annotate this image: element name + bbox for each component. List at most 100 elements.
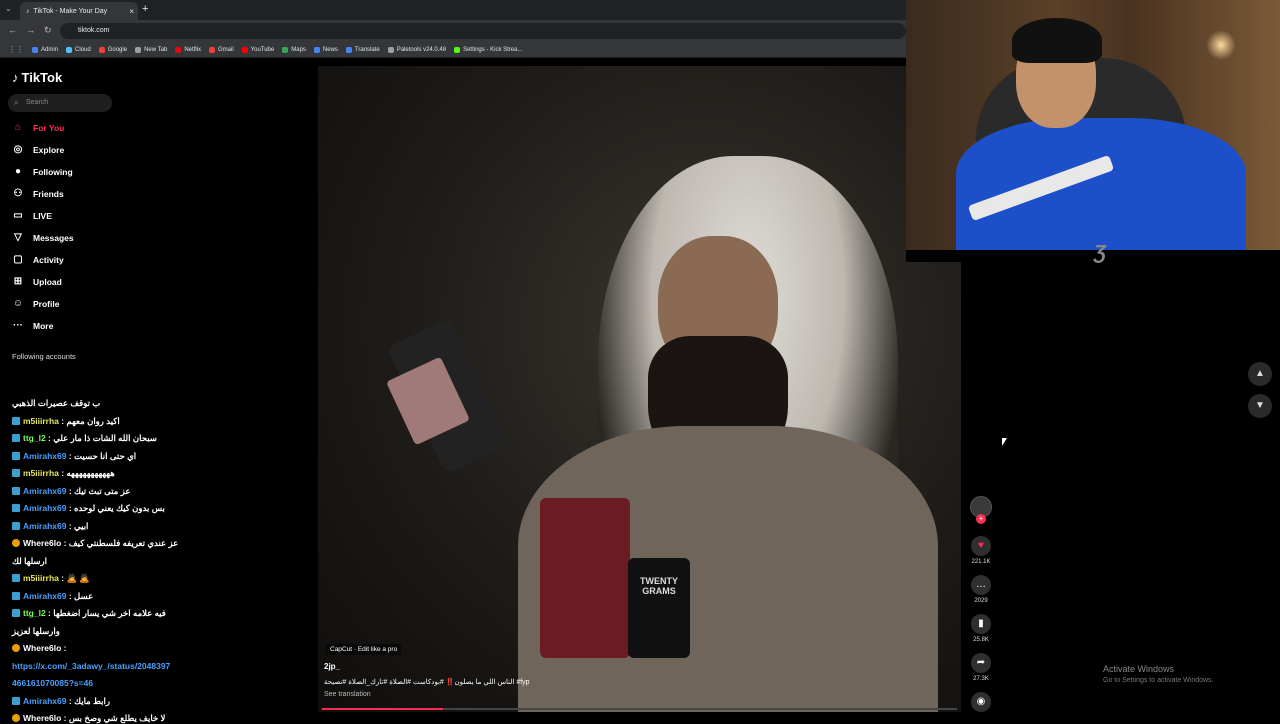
video-progress-bar[interactable] [322,708,957,710]
chat-badge-icon [12,486,20,495]
reload-icon[interactable]: ↻ [44,25,52,36]
compass-icon: ◎ [13,144,23,155]
chat-message: Amirahx69 : رابط مايك [12,696,110,707]
apps-icon[interactable]: ⋮⋮ [8,45,24,54]
chat-username[interactable]: Amirahx69 [23,451,66,461]
chat-message: Amirahx69 : عسل [12,591,93,602]
chat-username[interactable]: m5iiirrha [23,416,59,426]
search-input[interactable]: ⌕ Search [8,94,112,112]
chat-badge-icon [12,714,20,722]
chat-username[interactable]: Amirahx69 [23,486,66,496]
new-tab-button[interactable]: + [142,3,148,15]
music-disc[interactable]: ◉ [966,692,996,712]
chat-text: وارسلها لعزيز [12,625,60,636]
streamer-hoodie [956,118,1246,255]
like-button[interactable]: ♥ 221.1K [966,536,996,565]
chat-text: : لا خايف يطلع شي وصخ بس [63,713,166,723]
chat-text: ب توقف عصيرات الذهبي [12,398,101,408]
bookmark-item[interactable]: Admin [32,46,58,53]
chat-text: : ابيي [68,520,89,531]
chat-username[interactable]: Amirahx69 [23,521,66,531]
chat-message: Amirahx69 : عز متى تبث تيك [12,486,130,497]
tiktok-note-icon: ♪ [12,70,19,85]
chat-username[interactable]: ttg_l2 [23,433,46,443]
close-tab-icon[interactable]: × [129,7,134,16]
chat-message: m5iiirrha : 🙇 🙇 [12,573,90,584]
chat-username[interactable]: Amirahx69 [23,696,66,706]
see-translation-link[interactable]: See translation [324,691,371,698]
chat-text: : اكيد روان معهم [61,415,120,426]
following-accounts-title: Following accounts [12,352,76,361]
bookmark-favicon-icon [98,46,105,53]
chevron-up-icon: ▲ [1255,368,1265,379]
chat-text: ارسلها لك [12,555,48,566]
comment-button[interactable]: … 2029 [966,575,996,604]
url-field[interactable]: tiktok.com [60,23,906,39]
chat-text: : عز عندي تعريفه فلسطنتي كيف [63,538,179,548]
bookmark-item[interactable]: Paletools v24.0.48 [387,46,446,53]
sidebar-item-upload[interactable]: ⊞ Upload [12,276,62,287]
bookmarks-bar: ⋮⋮ Admin Cloud Google New Tab Netflix Gmail You… [0,42,906,58]
tab-search-icon[interactable]: ⌄ [5,4,12,13]
chat-username[interactable]: Amirahx69 [23,503,66,513]
chat-username[interactable]: m5iiirrha [23,468,59,478]
sidebar-item-activity[interactable]: ▢ Activity [12,254,63,265]
chat-username[interactable]: m5iiirrha [23,573,59,583]
chat-text: 466161070085?s=46 [12,678,94,688]
bookmark-item[interactable]: New Tab [135,46,167,53]
bookmark-item[interactable]: Gmail [208,46,234,53]
following-avatar-icon: ● [14,166,22,177]
save-button[interactable]: ▮ 25.8K [966,614,996,643]
bookmark-item[interactable]: Google [98,46,127,53]
bookmark-favicon-icon [282,46,289,53]
sidebar-item-friends[interactable]: ⚇ Friends [12,188,64,199]
sidebar-item-more[interactable]: ··· More [12,320,53,331]
more-icon: ··· [13,320,23,331]
next-video-button[interactable]: ▼ [1248,394,1272,418]
bookmark-item[interactable]: Netflix [175,46,201,53]
bookmark-item[interactable]: Translate [345,46,380,53]
share-button[interactable]: ➦ 27.3K [966,653,996,682]
share-count: 27.3K [973,676,989,682]
bookmark-item[interactable]: YouTube [241,46,274,53]
video-player[interactable]: TWENTY GRAMS CapCut · Edit like a pro 2j… [318,66,961,712]
heart-icon: ♥ [971,536,991,556]
browser-tab-tiktok[interactable]: ♪ TikTok - Make Your Day × [20,2,138,20]
activate-windows-title: Activate Windows [1103,664,1175,674]
chat-message: وارسلها لعزيز [12,626,60,637]
forward-icon[interactable]: → [26,25,35,35]
bookmark-favicon-icon [66,46,73,53]
chat-username[interactable]: Where6lo [23,713,61,723]
chat-badge-icon [12,696,20,705]
bookmark-item[interactable]: Settings - Kick Strea... [454,46,522,53]
sidebar-item-live[interactable]: ▭ LIVE [12,210,52,221]
activity-icon: ▢ [13,254,23,265]
tiktok-favicon-icon: ♪ [26,7,30,15]
address-bar-row: ← → ↻ tiktok.com [0,20,906,42]
sidebar-item-for-you[interactable]: ⌂ For You [12,122,64,133]
chat-username[interactable]: Amirahx69 [23,591,66,601]
chat-username[interactable]: Where6lo [23,643,61,653]
bookmark-item[interactable]: Cloud [66,46,91,53]
bookmark-item[interactable]: Maps [282,46,306,53]
sidebar-item-messages[interactable]: ▽ Messages [12,232,74,243]
tab-title: TikTok - Make Your Day [33,7,108,15]
capcut-badge[interactable]: CapCut · Edit like a pro [326,644,402,655]
sidebar-item-following[interactable]: ● Following [12,166,73,177]
follow-plus-icon[interactable]: + [976,514,986,524]
chat-username[interactable]: ttg_l2 [23,608,46,618]
video-progress-fill [322,708,443,710]
bookmark-item[interactable]: News [313,46,338,53]
search-icon: ⌕ [14,98,19,107]
video-author[interactable]: 2jp_ [324,662,340,671]
back-icon[interactable]: ← [8,25,17,35]
sidebar-item-profile[interactable]: ☺ Profile [12,298,60,309]
sidebar-item-explore[interactable]: ◎ Explore [12,144,65,155]
chat-badge-icon [12,644,20,652]
chat-username[interactable]: Where6lo [23,538,61,548]
chevron-down-icon: ▼ [1255,400,1265,411]
music-disc-icon: ◉ [971,692,991,712]
tiktok-logo[interactable]: ♪ TikTok [12,70,62,85]
previous-video-button[interactable]: ▲ [1248,362,1272,386]
creator-avatar[interactable]: + [966,496,996,524]
